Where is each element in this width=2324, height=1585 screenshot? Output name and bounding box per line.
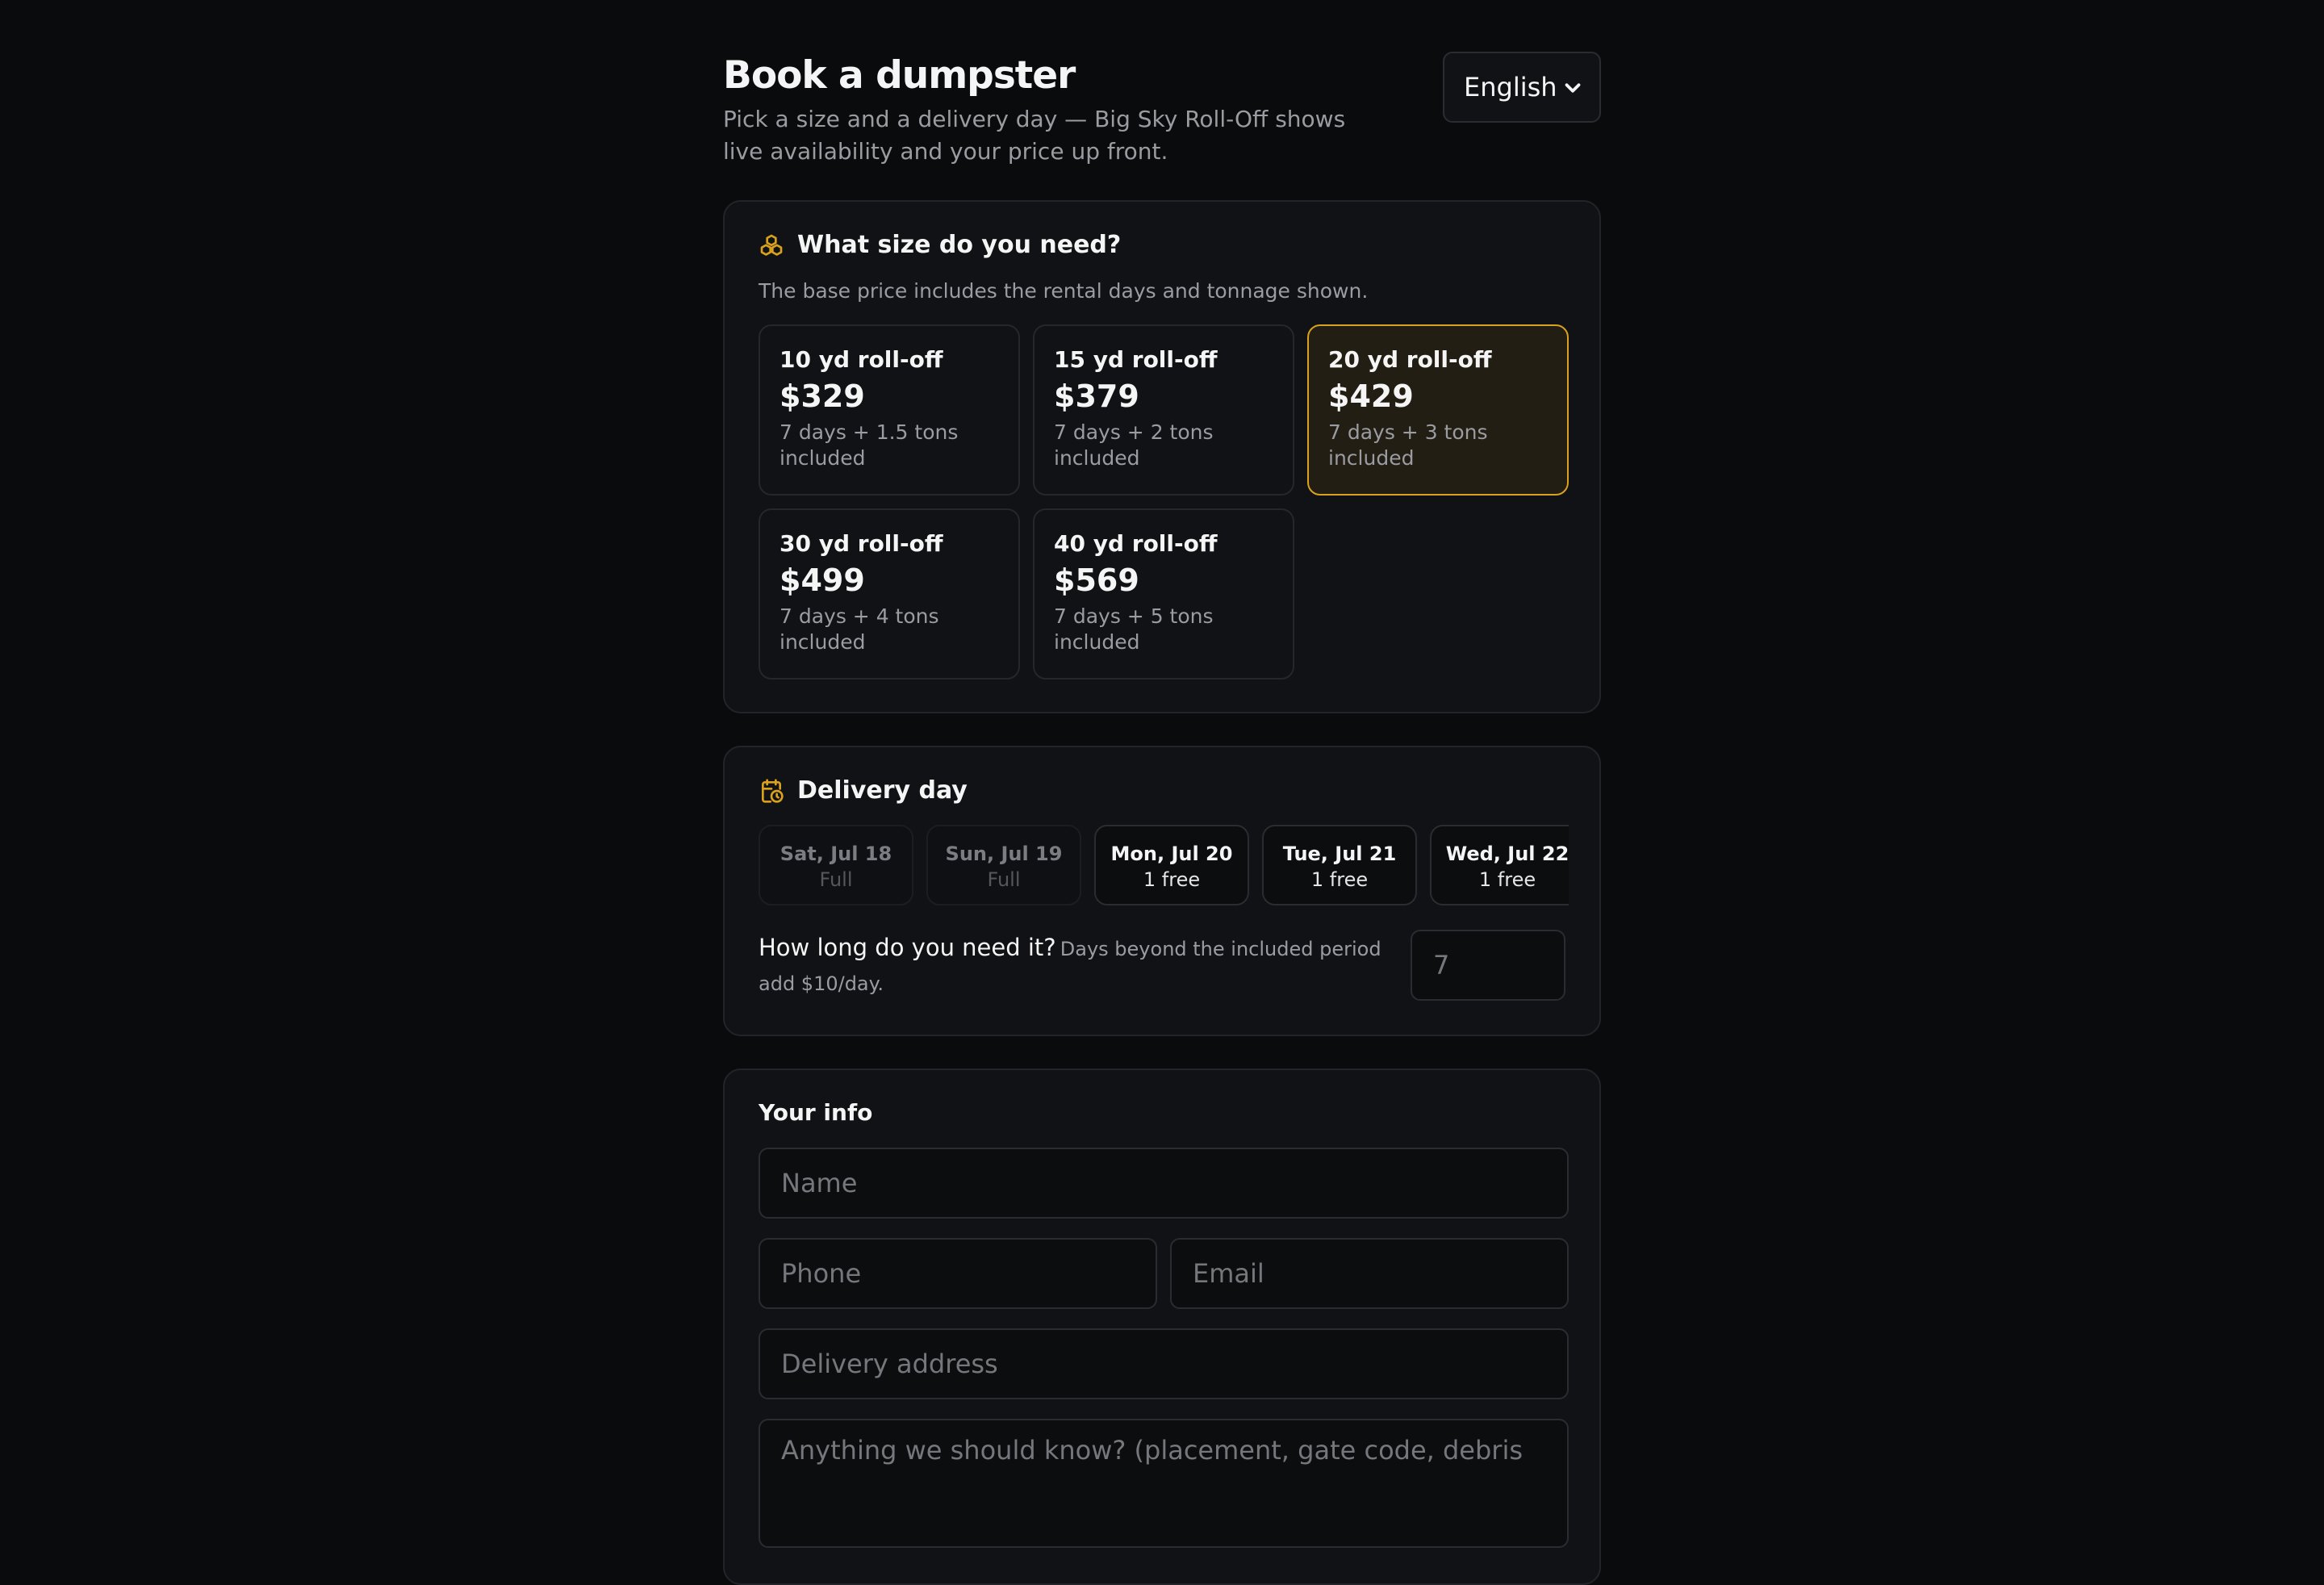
- size-section-note: The base price includes the rental days …: [759, 279, 1369, 303]
- delivery-day-availability: Full: [819, 868, 853, 891]
- size-option-name: 30 yd roll-off: [780, 530, 943, 557]
- size-option-name: 10 yd roll-off: [780, 346, 943, 373]
- size-section-title: What size do you need?: [797, 231, 1122, 259]
- delivery-section-title: Delivery day: [797, 776, 968, 805]
- delivery-day-strip[interactable]: Sat, Jul 18 Full Sun, Jul 19 Full Mon, J…: [759, 825, 1569, 905]
- delivery-day-wed-jul-22[interactable]: Wed, Jul 22 1 free: [1430, 825, 1569, 905]
- delivery-day-availability: Full: [987, 868, 1021, 891]
- size-option-name: 20 yd roll-off: [1328, 346, 1492, 373]
- delivery-day-availability: 1 free: [1478, 868, 1536, 891]
- size-option-20yd[interactable]: 20 yd roll-off $429 7 days + 3 tons incl…: [1307, 324, 1569, 496]
- email-input[interactable]: Email: [1170, 1238, 1569, 1309]
- delivery-day-date: Sun, Jul 19: [945, 843, 1063, 865]
- name-input[interactable]: Name: [759, 1148, 1569, 1219]
- size-option-price: $329: [780, 378, 865, 414]
- size-option-price: $499: [780, 562, 865, 598]
- phone-input[interactable]: Phone: [759, 1238, 1157, 1309]
- delivery-day-date: Tue, Jul 21: [1282, 843, 1397, 865]
- your-info-title: Your info: [759, 1099, 873, 1126]
- delivery-day-mon-jul-20[interactable]: Mon, Jul 20 1 free: [1094, 825, 1249, 905]
- size-option-desc: 7 days + 1.5 tons included: [780, 420, 959, 470]
- delivery-section: Delivery day Sat, Jul 18 Full Sun, Jul 1…: [723, 746, 1601, 1036]
- size-option-desc: 7 days + 4 tons included: [780, 604, 939, 654]
- size-option-desc: 7 days + 2 tons included: [1054, 420, 1214, 470]
- notes-textarea[interactable]: Anything we should know? (placement, gat…: [759, 1419, 1569, 1548]
- size-option-30yd[interactable]: 30 yd roll-off $499 7 days + 4 tons incl…: [759, 508, 1020, 680]
- duration-days-placeholder: 7: [1433, 950, 1450, 981]
- delivery-day-tue-jul-21[interactable]: Tue, Jul 21 1 free: [1262, 825, 1417, 905]
- size-option-name: 15 yd roll-off: [1054, 346, 1218, 373]
- name-placeholder: Name: [781, 1168, 858, 1198]
- size-option-price: $429: [1328, 378, 1414, 414]
- page-subtitle: Pick a size and a delivery day — Big Sky…: [723, 106, 1346, 165]
- email-placeholder: Email: [1193, 1258, 1264, 1289]
- size-section-header: What size do you need?: [759, 231, 1121, 259]
- delivery-section-header: Delivery day: [759, 776, 968, 805]
- size-option-desc: 7 days + 5 tons included: [1054, 604, 1214, 654]
- language-select[interactable]: English: [1443, 52, 1601, 123]
- page-header: Book a dumpster Pick a size and a delive…: [723, 52, 1601, 165]
- duration-days-input[interactable]: 7: [1411, 930, 1565, 1001]
- delivery-day-sat-jul-18[interactable]: Sat, Jul 18 Full: [759, 825, 913, 905]
- delivery-day-availability: 1 free: [1143, 868, 1201, 891]
- delivery-day-date: Mon, Jul 20: [1110, 843, 1233, 865]
- duration-label: How long do you need it? Days beyond the…: [759, 931, 1388, 1002]
- size-option-price: $379: [1054, 378, 1139, 414]
- size-option-desc: 7 days + 3 tons included: [1328, 420, 1488, 470]
- language-select-value: English: [1464, 72, 1557, 102]
- boxes-icon: [760, 234, 783, 256]
- delivery-day-sun-jul-19[interactable]: Sun, Jul 19 Full: [926, 825, 1081, 905]
- delivery-day-date: Sat, Jul 18: [780, 843, 892, 865]
- size-section: What size do you need? The base price in…: [723, 200, 1601, 713]
- phone-placeholder: Phone: [781, 1258, 862, 1289]
- size-option-price: $569: [1054, 562, 1139, 598]
- notes-placeholder: Anything we should know? (placement, gat…: [781, 1435, 1524, 1466]
- delivery-address-input[interactable]: Delivery address: [759, 1328, 1569, 1399]
- size-option-name: 40 yd roll-off: [1054, 530, 1218, 557]
- duration-question: How long do you need it?: [759, 934, 1056, 961]
- size-option-15yd[interactable]: 15 yd roll-off $379 7 days + 2 tons incl…: [1033, 324, 1294, 496]
- page-title: Book a dumpster: [723, 53, 1076, 98]
- delivery-day-date: Wed, Jul 22: [1445, 843, 1569, 865]
- booking-page: Book a dumpster Pick a size and a delive…: [723, 52, 1601, 1585]
- delivery-day-availability: 1 free: [1310, 868, 1369, 891]
- chevron-down-icon: [1565, 83, 1581, 93]
- size-option-10yd[interactable]: 10 yd roll-off $329 7 days + 1.5 tons in…: [759, 324, 1020, 496]
- calendar-clock-icon: [762, 778, 784, 803]
- size-option-40yd[interactable]: 40 yd roll-off $569 7 days + 5 tons incl…: [1033, 508, 1294, 680]
- delivery-address-placeholder: Delivery address: [781, 1349, 998, 1379]
- your-info-section: Your info Name Phone Email Delivery addr…: [723, 1069, 1601, 1585]
